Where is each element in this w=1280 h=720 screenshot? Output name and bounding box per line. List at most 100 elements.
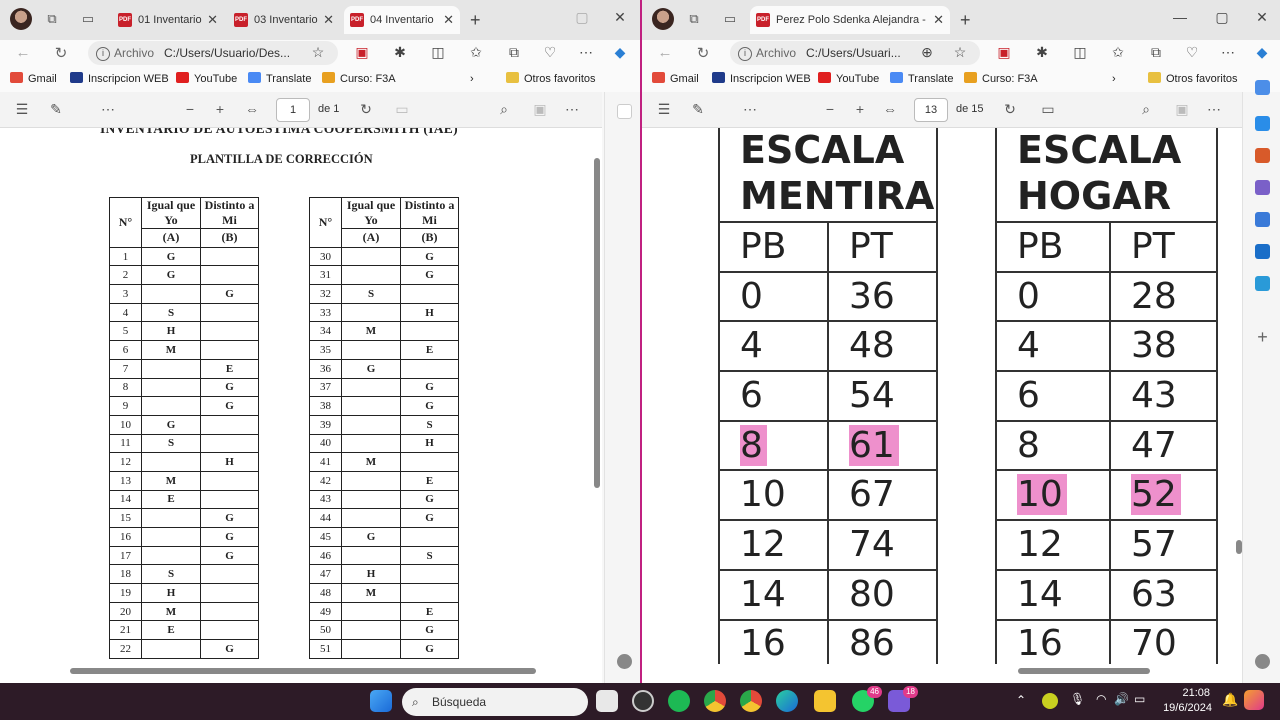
- telegram-sidebar-icon[interactable]: [1255, 276, 1270, 291]
- minimize-icon[interactable]: —: [1170, 9, 1190, 25]
- tab-01-inventario[interactable]: PDF 01 Inventario ✕: [112, 6, 224, 34]
- bookmark-gmail[interactable]: Gmail: [10, 66, 57, 92]
- back-icon[interactable]: ←: [656, 44, 674, 61]
- battery-icon[interactable]: ▭: [1134, 692, 1145, 706]
- outlook-sidebar-icon[interactable]: [1255, 244, 1270, 259]
- close-tab-icon[interactable]: ✕: [933, 6, 944, 34]
- bookmark-gmail[interactable]: Gmail: [652, 66, 699, 92]
- url-field[interactable]: i Archivo C:/Users/Usuari...: [730, 41, 980, 65]
- maximize-icon[interactable]: ▢: [1212, 9, 1232, 26]
- split-screen-icon[interactable]: ◫: [428, 44, 448, 61]
- wifi-icon[interactable]: ◠: [1096, 692, 1106, 706]
- zoom-indicator-icon[interactable]: ⊕: [917, 44, 937, 61]
- maximize-icon[interactable]: ▢: [572, 9, 592, 26]
- volume-icon[interactable]: 🔊: [1114, 692, 1129, 706]
- refresh-icon[interactable]: ↻: [694, 44, 712, 62]
- tag-sidebar-icon[interactable]: [1255, 116, 1270, 131]
- favorite-star-icon[interactable]: ☆: [308, 44, 328, 61]
- edge-icon[interactable]: [776, 690, 798, 712]
- horizontal-scrollbar[interactable]: [1018, 668, 1150, 674]
- profile-avatar[interactable]: [652, 8, 674, 30]
- zoom-in-icon[interactable]: +: [850, 101, 870, 117]
- taskbar-search[interactable]: ⌕ Búsqueda: [402, 688, 588, 716]
- close-tab-icon[interactable]: ✕: [207, 6, 218, 34]
- extensions-icon[interactable]: ✱: [390, 44, 410, 61]
- horizontal-scrollbar[interactable]: [70, 668, 536, 674]
- whatsapp-icon[interactable]: 46: [852, 686, 882, 712]
- file-explorer-icon[interactable]: [814, 690, 836, 712]
- tab-actions-icon[interactable]: ▭: [80, 11, 96, 27]
- rotate-icon[interactable]: ↻: [356, 101, 376, 118]
- notifications-icon[interactable]: 🔔: [1222, 692, 1238, 708]
- tab-03-inventario[interactable]: PDF 03 Inventario ✕: [228, 6, 340, 34]
- pdf-extension-icon[interactable]: ▣: [352, 44, 372, 61]
- copilot-tray-icon[interactable]: [1244, 690, 1264, 710]
- zoom-in-icon[interactable]: +: [210, 101, 230, 117]
- url-field[interactable]: i Archivo C:/Users/Usuario/Des...: [88, 41, 338, 65]
- search-sidebar-icon[interactable]: [617, 104, 632, 119]
- bookmark-inscripcion[interactable]: Inscripcion WEB: [712, 66, 811, 92]
- close-window-icon[interactable]: ✕: [1252, 9, 1272, 26]
- more-tools-icon[interactable]: ⋯: [98, 101, 118, 118]
- bookmark-translate[interactable]: Translate: [890, 66, 953, 92]
- new-tab-button[interactable]: +: [470, 10, 481, 30]
- profile-avatar[interactable]: [10, 8, 32, 30]
- settings-more-icon[interactable]: ⋯: [1218, 44, 1238, 61]
- save-icon[interactable]: ▣: [530, 101, 550, 118]
- browser-essentials-icon[interactable]: ♡: [1182, 44, 1202, 61]
- tray-app-icon[interactable]: [1042, 693, 1058, 709]
- search-icon[interactable]: ⌕: [1136, 101, 1156, 118]
- bookmark-curso[interactable]: Curso: F3A: [964, 66, 1038, 92]
- bookmark-youtube[interactable]: YouTube: [176, 66, 237, 92]
- bookmark-youtube[interactable]: YouTube: [818, 66, 879, 92]
- contents-icon[interactable]: ☰: [654, 101, 674, 118]
- windows-start-icon[interactable]: [370, 690, 392, 712]
- vertical-scrollbar[interactable]: [594, 158, 600, 488]
- tab-actions-icon[interactable]: ▭: [722, 11, 738, 27]
- pdf-more-icon[interactable]: ⋯: [562, 101, 582, 118]
- bookmark-inscripcion[interactable]: Inscripcion WEB: [70, 66, 169, 92]
- tray-chevron-icon[interactable]: ⌃: [1016, 693, 1026, 707]
- settings-more-icon[interactable]: ⋯: [576, 44, 596, 61]
- pdf-extension-icon[interactable]: ▣: [994, 44, 1014, 61]
- clock-time[interactable]: 21:08: [1176, 687, 1210, 699]
- bookmark-otros-favoritos[interactable]: Otros favoritos: [506, 66, 596, 92]
- more-bookmarks-chevron-icon[interactable]: ›: [1112, 66, 1116, 92]
- highlight-icon[interactable]: ✎: [688, 101, 708, 118]
- close-window-icon[interactable]: ✕: [610, 9, 630, 26]
- task-view-icon[interactable]: [596, 690, 618, 712]
- page-view-icon[interactable]: ▭: [392, 101, 412, 118]
- sidebar-settings-icon[interactable]: [1255, 654, 1270, 669]
- page-number-input[interactable]: 1: [276, 98, 310, 122]
- spotify-icon[interactable]: [668, 690, 690, 712]
- extensions-icon[interactable]: ✱: [1032, 44, 1052, 61]
- close-tab-icon[interactable]: ✕: [443, 6, 454, 34]
- teams-icon[interactable]: 18: [888, 686, 918, 712]
- split-screen-icon[interactable]: ◫: [1070, 44, 1090, 61]
- workspaces-icon[interactable]: ⧉: [686, 11, 702, 27]
- bookmark-curso[interactable]: Curso: F3A: [322, 66, 396, 92]
- more-bookmarks-chevron-icon[interactable]: ›: [470, 66, 474, 92]
- add-sidebar-icon[interactable]: +: [1255, 328, 1270, 346]
- browser-essentials-icon[interactable]: ♡: [540, 44, 560, 61]
- collections-icon[interactable]: ⧉: [1146, 44, 1166, 61]
- chrome-icon[interactable]: [704, 690, 726, 712]
- tab-perez-polo[interactable]: PDF Perez Polo Sdenka Alejandra - Pr ✕: [750, 6, 950, 34]
- new-tab-button[interactable]: +: [960, 10, 971, 30]
- tools-sidebar-icon[interactable]: [1255, 148, 1270, 163]
- sidebar-settings-icon[interactable]: [617, 654, 632, 669]
- zoom-out-icon[interactable]: −: [180, 101, 200, 117]
- fit-page-icon[interactable]: ⇔: [242, 101, 262, 117]
- copilot-sidebar-icon[interactable]: [1255, 80, 1270, 95]
- zoom-out-icon[interactable]: −: [820, 101, 840, 117]
- rotate-icon[interactable]: ↻: [1000, 101, 1020, 118]
- favorites-icon[interactable]: ✩: [1108, 44, 1128, 61]
- copilot-icon[interactable]: ◆: [1252, 44, 1272, 61]
- refresh-icon[interactable]: ↻: [52, 44, 70, 62]
- favorites-icon[interactable]: ✩: [466, 44, 486, 61]
- bookmark-otros-favoritos[interactable]: Otros favoritos: [1148, 66, 1238, 92]
- search-icon[interactable]: ⌕: [494, 101, 514, 118]
- highlight-icon[interactable]: ✎: [46, 101, 66, 118]
- close-tab-icon[interactable]: ✕: [323, 6, 334, 34]
- page-view-icon[interactable]: ▭: [1038, 101, 1058, 118]
